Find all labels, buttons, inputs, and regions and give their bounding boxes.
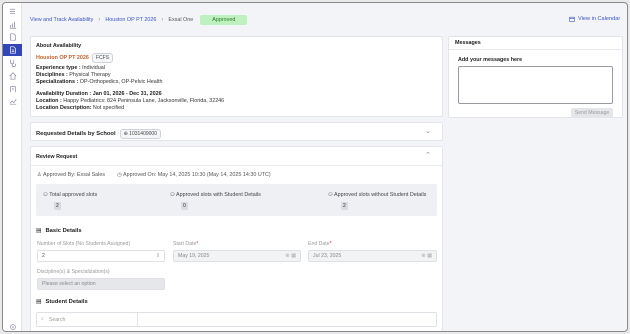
specializations-value: OP-Orthopedics, OP-Pelvic Health	[79, 79, 163, 85]
experience-label: Experience type :	[36, 65, 81, 71]
requested-details-card[interactable]: Requested Details by School ⊕ 1031409000…	[30, 122, 443, 141]
review-request-card: Review Request ⌃ ♙ Approved By: Exsal Sa…	[30, 146, 443, 331]
stat-total-label: Total approved slots	[49, 192, 98, 198]
message-textarea[interactable]	[458, 66, 613, 104]
divider	[31, 165, 442, 166]
availability-name: Houston OP PT 2026	[36, 55, 89, 61]
location-value: Happy Pediatrics: 824 Peninsula Lane, Ja…	[63, 98, 225, 104]
discipline-placeholder: Please select an option	[42, 281, 96, 287]
start-date-label: Start Date*	[173, 241, 199, 247]
stat-total-value: 2	[54, 202, 61, 210]
slots-input[interactable]: 2 ⇕	[37, 250, 165, 262]
school-id: 1031409000	[129, 131, 157, 137]
experience-value: Individual	[82, 65, 105, 71]
document-icon[interactable]	[3, 31, 22, 43]
approved-by-text: Approved By: Exsal Sales	[43, 172, 106, 178]
breadcrumb-current: Exsal One	[168, 17, 194, 23]
calendar-icon[interactable]: ⊗ ▦	[421, 253, 432, 259]
end-date-field[interactable]: Jul 23, 2025 ⊗ ▦	[308, 250, 437, 262]
users-icon: ⚇	[170, 192, 175, 198]
location-desc-value: Not specified	[92, 105, 125, 111]
location-desc-label: Location Description:	[36, 105, 92, 111]
menu-icon[interactable]: ☰	[3, 6, 22, 18]
divider	[449, 49, 622, 50]
stepper-icon[interactable]: ⇕	[156, 253, 160, 259]
search-icon: ⌕	[41, 316, 44, 322]
users-icon: ⚇	[43, 192, 48, 198]
stats-panel: ⚇ Total approved slots 2 ⚇ Approved slot…	[36, 184, 437, 216]
approved-on-text: Approved On: May 14, 2025 10:30 (May 14,…	[122, 172, 271, 178]
calendar-icon[interactable]: ⊗ ▦	[285, 253, 296, 259]
search-placeholder: Search	[48, 316, 66, 323]
slots-value: 2	[42, 253, 45, 259]
messages-title: Messages	[455, 40, 481, 46]
chart-icon[interactable]	[3, 19, 22, 31]
location-label: Location :	[36, 98, 62, 104]
chevron-right-icon: ›	[98, 17, 101, 23]
discipline-select[interactable]: Please select an option	[37, 278, 165, 290]
chevron-right-icon: ›	[161, 17, 164, 23]
send-message-button[interactable]: Send Message	[571, 108, 613, 118]
stethoscope-icon[interactable]	[3, 57, 22, 69]
chevron-down-icon[interactable]: ⌄	[425, 128, 431, 135]
student-details-title: Student Details	[45, 299, 88, 305]
school-id-tag: ⊕ 1031409000	[119, 129, 161, 139]
disciplines-label: Disciplines :	[36, 72, 68, 78]
disciplines-value: Physical Therapy	[69, 72, 111, 78]
stat-without-details-value: 2	[341, 202, 348, 210]
breadcrumb-link-availability[interactable]: View and Track Availability	[30, 17, 93, 23]
divider	[137, 313, 138, 326]
start-date-value: May 19, 2025	[178, 253, 210, 259]
app-frame: ☰ View and Track Availability › Houston …	[2, 2, 628, 332]
approved-by: ♙ Approved By: Exsal Sales	[37, 172, 106, 178]
end-date-label: End Date*	[308, 241, 332, 247]
end-date-label-text: End Date	[308, 241, 330, 247]
end-date-value: Jul 23, 2025	[313, 253, 342, 259]
messages-card: Messages Add your messages here Send Mes…	[448, 36, 623, 118]
student-search[interactable]: ⌕ Search	[36, 312, 437, 327]
view-calendar-label: View in Calendar	[578, 16, 621, 22]
list-icon: ▤	[36, 228, 42, 234]
stat-without-details: ⚇ Approved slots without Student Details	[328, 192, 426, 198]
start-date-field[interactable]: May 19, 2025 ⊗ ▦	[173, 250, 301, 262]
student-details-heading: ▤ Student Details	[36, 299, 88, 305]
chevron-up-icon[interactable]: ⌃	[425, 152, 431, 159]
sidebar: ☰	[3, 3, 22, 331]
requested-title: Requested Details by School	[36, 131, 116, 137]
basic-details-title: Basic Details	[45, 228, 82, 234]
duration-value: Jan 01, 2026 - Dec 31, 2026	[92, 91, 162, 97]
breadcrumb-link-houston[interactable]: Houston OP PT 2026	[105, 17, 156, 23]
calendar-icon	[569, 16, 575, 22]
stat-total: ⚇ Total approved slots	[43, 192, 97, 198]
list-icon: ▤	[36, 299, 42, 305]
stat-with-details-value: 0	[181, 202, 188, 210]
duration-label: Availability Duration :	[36, 91, 92, 97]
status-badge: Approved	[200, 15, 248, 25]
users-icon: ⚇	[328, 192, 333, 198]
building-icon[interactable]	[3, 83, 22, 95]
review-title: Review Request	[36, 154, 78, 160]
document-active-icon[interactable]	[3, 44, 22, 56]
about-title: About Availability	[36, 43, 82, 49]
start-date-label-text: Start Date	[173, 241, 197, 247]
slots-label: Number of Slots (No Students Assigned)	[37, 241, 131, 247]
add-messages-label: Add your messages here	[458, 57, 523, 63]
stat-with-details-label: Approved slots with Student Details	[176, 192, 261, 198]
breadcrumb: View and Track Availability › Houston OP…	[30, 14, 248, 26]
basic-details-heading: ▤ Basic Details	[36, 228, 82, 234]
stat-with-details: ⚇ Approved slots with Student Details	[170, 192, 261, 198]
about-card: About Availability Houston OP PT 2026 FC…	[30, 36, 443, 117]
home-icon[interactable]	[3, 70, 22, 82]
stat-without-details-label: Approved slots without Student Details	[334, 192, 427, 198]
approved-on: ◷ Approved On: May 14, 2025 10:30 (May 1…	[117, 172, 271, 178]
view-calendar-link[interactable]: View in Calendar	[569, 16, 620, 22]
specializations-label: Specializations :	[36, 79, 79, 85]
analytics-icon[interactable]	[3, 95, 22, 107]
settings-icon[interactable]	[3, 321, 22, 331]
fcfs-tag: FCFS	[91, 53, 113, 63]
discipline-label: Discipline(s) & Specialization(s)	[37, 269, 110, 275]
